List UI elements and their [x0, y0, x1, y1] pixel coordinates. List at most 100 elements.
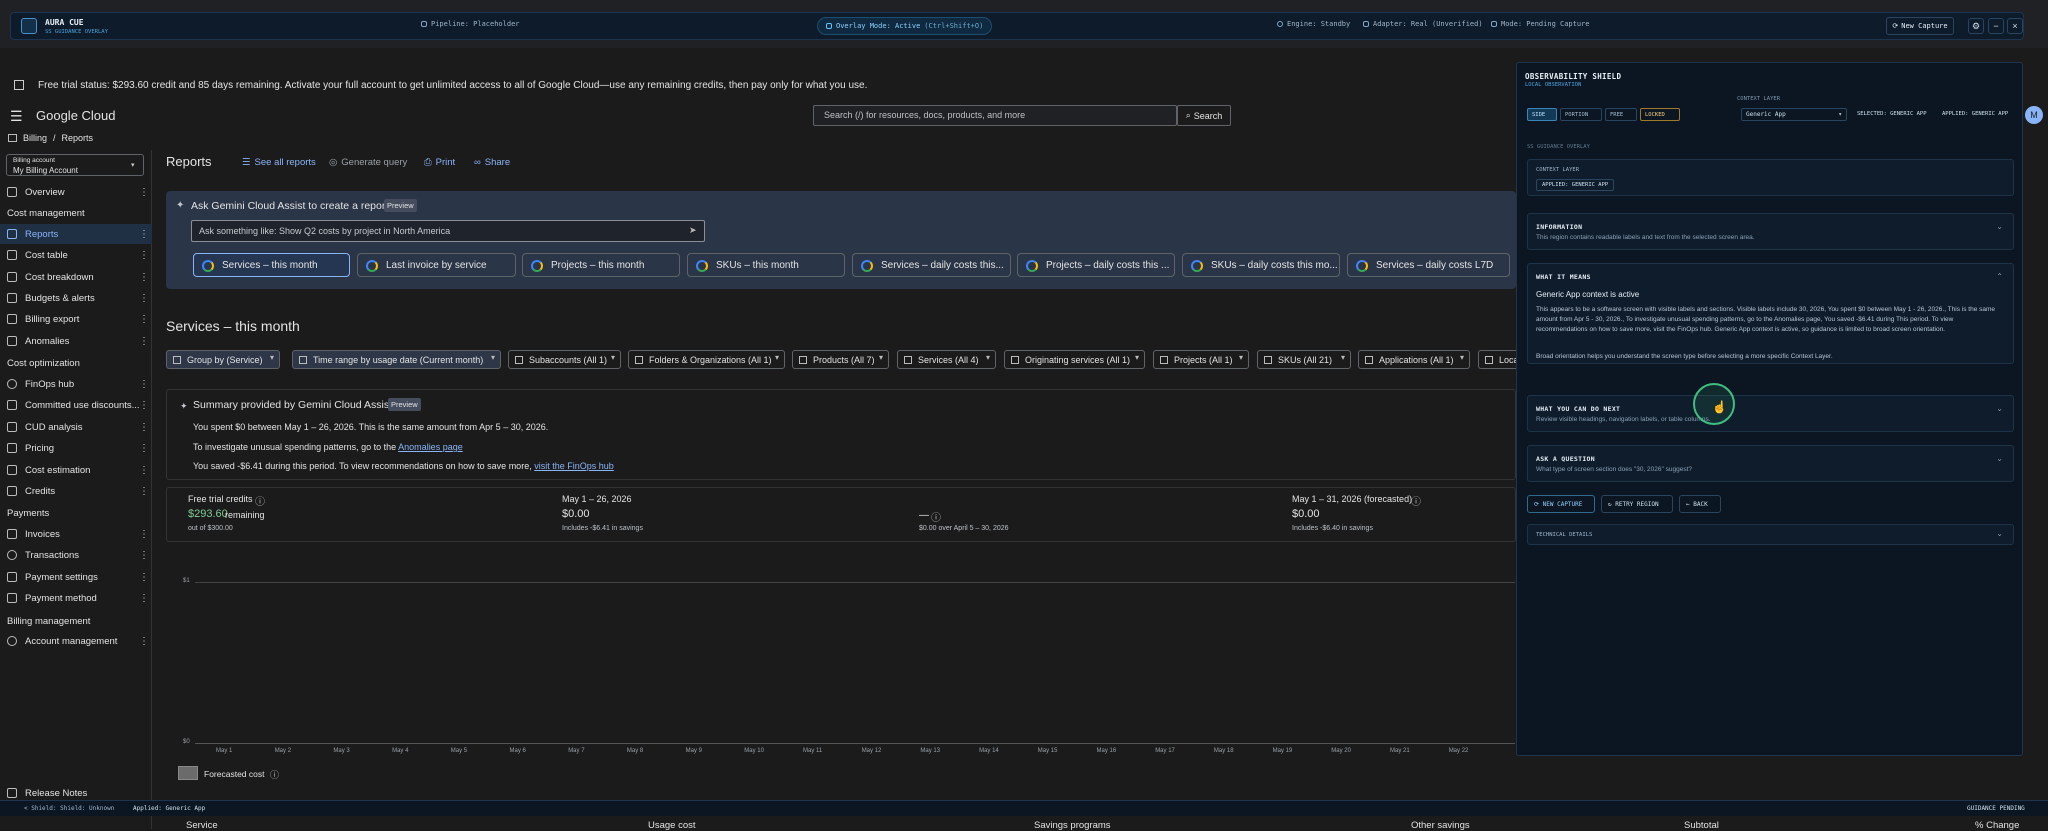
- chip-last-invoice[interactable]: Last invoice by service: [357, 253, 516, 277]
- sidebar-item-reports[interactable]: Reports ⋮: [0, 224, 152, 244]
- col-usage-cost[interactable]: Usage cost: [648, 820, 696, 831]
- mode-locked-button[interactable]: LOCKED: [1640, 108, 1680, 121]
- sidebar-item-cost-estimation[interactable]: Cost estimation ⋮: [0, 460, 152, 480]
- google-cloud-logo[interactable]: Google Cloud: [36, 108, 116, 123]
- sidebar-item-account-management[interactable]: Account management ⋮: [0, 631, 152, 651]
- sidebar-item-transactions[interactable]: Transactions ⋮: [0, 545, 152, 565]
- sidebar-item-overview[interactable]: Overview ⋮: [0, 182, 152, 202]
- ask-question-card[interactable]: ASK A QUESTION What type of screen secti…: [1527, 445, 2014, 482]
- breadcrumb-billing[interactable]: Billing: [23, 133, 47, 143]
- sidebar-item-anomalies[interactable]: Anomalies ⋮: [0, 331, 152, 351]
- menu-icon[interactable]: ☰: [10, 108, 23, 125]
- sidebar-item-pricing[interactable]: Pricing ⋮: [0, 438, 152, 458]
- help-icon[interactable]: ⓘ: [931, 509, 941, 524]
- kebab-icon[interactable]: ⋮: [139, 550, 149, 561]
- sidebar-item-cost-breakdown[interactable]: Cost breakdown ⋮: [0, 267, 152, 287]
- sidebar-item-finops[interactable]: FinOps hub ⋮: [0, 374, 152, 394]
- sidebar-item-cud[interactable]: CUD analysis ⋮: [0, 417, 152, 437]
- new-capture-button[interactable]: ⟳ New Capture: [1886, 17, 1954, 35]
- kebab-icon[interactable]: ⋮: [139, 572, 149, 583]
- anomalies-link[interactable]: Anomalies page: [398, 442, 463, 452]
- sidebar-item-credits[interactable]: Credits ⋮: [0, 481, 152, 501]
- filter-products[interactable]: Products (All 7) ▾: [792, 350, 889, 369]
- overlay-mode-chip[interactable]: Overlay Mode: Active (Ctrl+Shift+O): [817, 17, 993, 35]
- arrow-left-icon: ←: [1686, 500, 1694, 508]
- chip-projects-this-month[interactable]: Projects – this month: [522, 253, 680, 277]
- share-button[interactable]: ∞ Share: [474, 157, 510, 168]
- kebab-icon[interactable]: ⋮: [139, 293, 149, 304]
- print-button[interactable]: ⎙ Print: [424, 157, 455, 168]
- filter-originating-services[interactable]: Originating services (All 1) ▾: [1004, 350, 1145, 369]
- kebab-icon[interactable]: ⋮: [139, 272, 149, 283]
- forecast-legend-swatch[interactable]: [178, 766, 198, 780]
- sidebar-item-payment-method[interactable]: Payment method ⋮: [0, 588, 152, 608]
- chip-services-l7d[interactable]: Services – daily costs L7D: [1347, 253, 1510, 277]
- avatar[interactable]: M: [2025, 106, 2043, 124]
- sidebar-item-cost-table[interactable]: Cost table ⋮: [0, 245, 152, 265]
- kebab-icon[interactable]: ⋮: [139, 593, 149, 604]
- sidebar-item-budgets[interactable]: Budgets & alerts ⋮: [0, 288, 152, 308]
- search-input[interactable]: Search (/) for resources, docs, products…: [813, 105, 1177, 126]
- col-pct-change[interactable]: % Change: [1975, 820, 2019, 831]
- retry-region-button[interactable]: ↻ RETRY REGION: [1601, 495, 1673, 513]
- filter-skus[interactable]: SKUs (All 21) ▾: [1257, 350, 1351, 369]
- kebab-icon[interactable]: ⋮: [139, 422, 149, 433]
- kebab-icon[interactable]: ⋮: [139, 400, 149, 411]
- filter-services[interactable]: Services (All 4) ▾: [897, 350, 996, 369]
- mode-portion-button[interactable]: PORTION: [1560, 108, 1602, 121]
- filter-location[interactable]: Locatio: [1478, 350, 1518, 369]
- chip-services-daily[interactable]: Services – daily costs this...: [852, 253, 1011, 277]
- chip-services-this-month[interactable]: Services – this month: [193, 253, 350, 277]
- col-other-savings[interactable]: Other savings: [1411, 820, 1470, 831]
- context-layer-select[interactable]: Generic App ▾: [1741, 108, 1847, 121]
- chip-projects-daily[interactable]: Projects – daily costs this ...: [1017, 253, 1175, 277]
- filter-subaccounts[interactable]: Subaccounts (All 1) ▾: [508, 350, 621, 369]
- back-button[interactable]: ← BACK: [1679, 495, 1721, 513]
- filter-applications[interactable]: Applications (All 1) ▾: [1358, 350, 1470, 369]
- search-button[interactable]: ⌕ Search: [1177, 105, 1231, 126]
- new-capture-button[interactable]: ⟳ NEW CAPTURE: [1527, 495, 1595, 513]
- kebab-icon[interactable]: ⋮: [139, 465, 149, 476]
- sidebar-item-payment-settings[interactable]: Payment settings ⋮: [0, 567, 152, 587]
- gear-icon[interactable]: ⚙: [1968, 18, 1984, 34]
- filter-group-by[interactable]: Group by (Service) ▾: [166, 350, 280, 369]
- kebab-icon[interactable]: ⋮: [139, 486, 149, 497]
- kebab-icon[interactable]: ⋮: [139, 187, 149, 198]
- kebab-icon[interactable]: ⋮: [139, 443, 149, 454]
- billing-account-select[interactable]: Billing account My Billing Account ▾: [6, 154, 144, 176]
- filter-projects[interactable]: Projects (All 1) ▾: [1153, 350, 1249, 369]
- what-it-means-card[interactable]: WHAT IT MEANS ⌃ Generic App context is a…: [1527, 263, 2014, 364]
- minimize-icon[interactable]: −: [1988, 18, 2004, 34]
- chip-skus-this-month[interactable]: SKUs – this month: [687, 253, 845, 277]
- kebab-icon[interactable]: ⋮: [139, 529, 149, 540]
- col-savings-programs[interactable]: Savings programs: [1034, 820, 1111, 831]
- what-next-card[interactable]: WHAT YOU CAN DO NEXT Review visible head…: [1527, 395, 2014, 432]
- kebab-icon[interactable]: ⋮: [139, 379, 149, 390]
- send-icon[interactable]: ➤: [689, 225, 697, 236]
- help-icon[interactable]: ⓘ: [270, 768, 279, 781]
- col-subtotal[interactable]: Subtotal: [1684, 820, 1719, 831]
- kebab-icon[interactable]: ⋮: [139, 636, 149, 647]
- kebab-icon[interactable]: ⋮: [139, 250, 149, 261]
- technical-details-card[interactable]: TECHNICAL DETAILS ⌄: [1527, 524, 2014, 545]
- help-icon[interactable]: ⓘ: [1411, 493, 1421, 508]
- kebab-icon[interactable]: ⋮: [139, 229, 149, 240]
- filter-folders[interactable]: Folders & Organizations (All 1) ▾: [628, 350, 785, 369]
- sidebar-item-billing-export[interactable]: Billing export ⋮: [0, 309, 152, 329]
- see-all-reports-link[interactable]: ☰ See all reports: [242, 157, 316, 168]
- generate-query-button[interactable]: ◎ Generate query: [329, 157, 407, 168]
- kebab-icon[interactable]: ⋮: [139, 314, 149, 325]
- chip-skus-daily[interactable]: SKUs – daily costs this mo...: [1182, 253, 1340, 277]
- filter-time-range[interactable]: Time range by usage date (Current month)…: [292, 350, 501, 369]
- gemini-input[interactable]: Ask something like: Show Q2 costs by pro…: [191, 220, 705, 242]
- information-card[interactable]: INFORMATION This region contains readabl…: [1527, 213, 2014, 250]
- col-service[interactable]: Service: [186, 820, 218, 831]
- finops-link[interactable]: visit the FinOps hub: [534, 461, 614, 471]
- mode-side-button[interactable]: SIDE: [1527, 108, 1557, 121]
- close-icon[interactable]: ×: [2007, 18, 2023, 34]
- mode-free-button[interactable]: FREE: [1605, 108, 1637, 121]
- help-icon[interactable]: ⓘ: [255, 493, 265, 508]
- sidebar-item-invoices[interactable]: Invoices ⋮: [0, 524, 152, 544]
- sidebar-item-committed[interactable]: Committed use discounts... ⋮: [0, 395, 152, 415]
- kebab-icon[interactable]: ⋮: [139, 336, 149, 347]
